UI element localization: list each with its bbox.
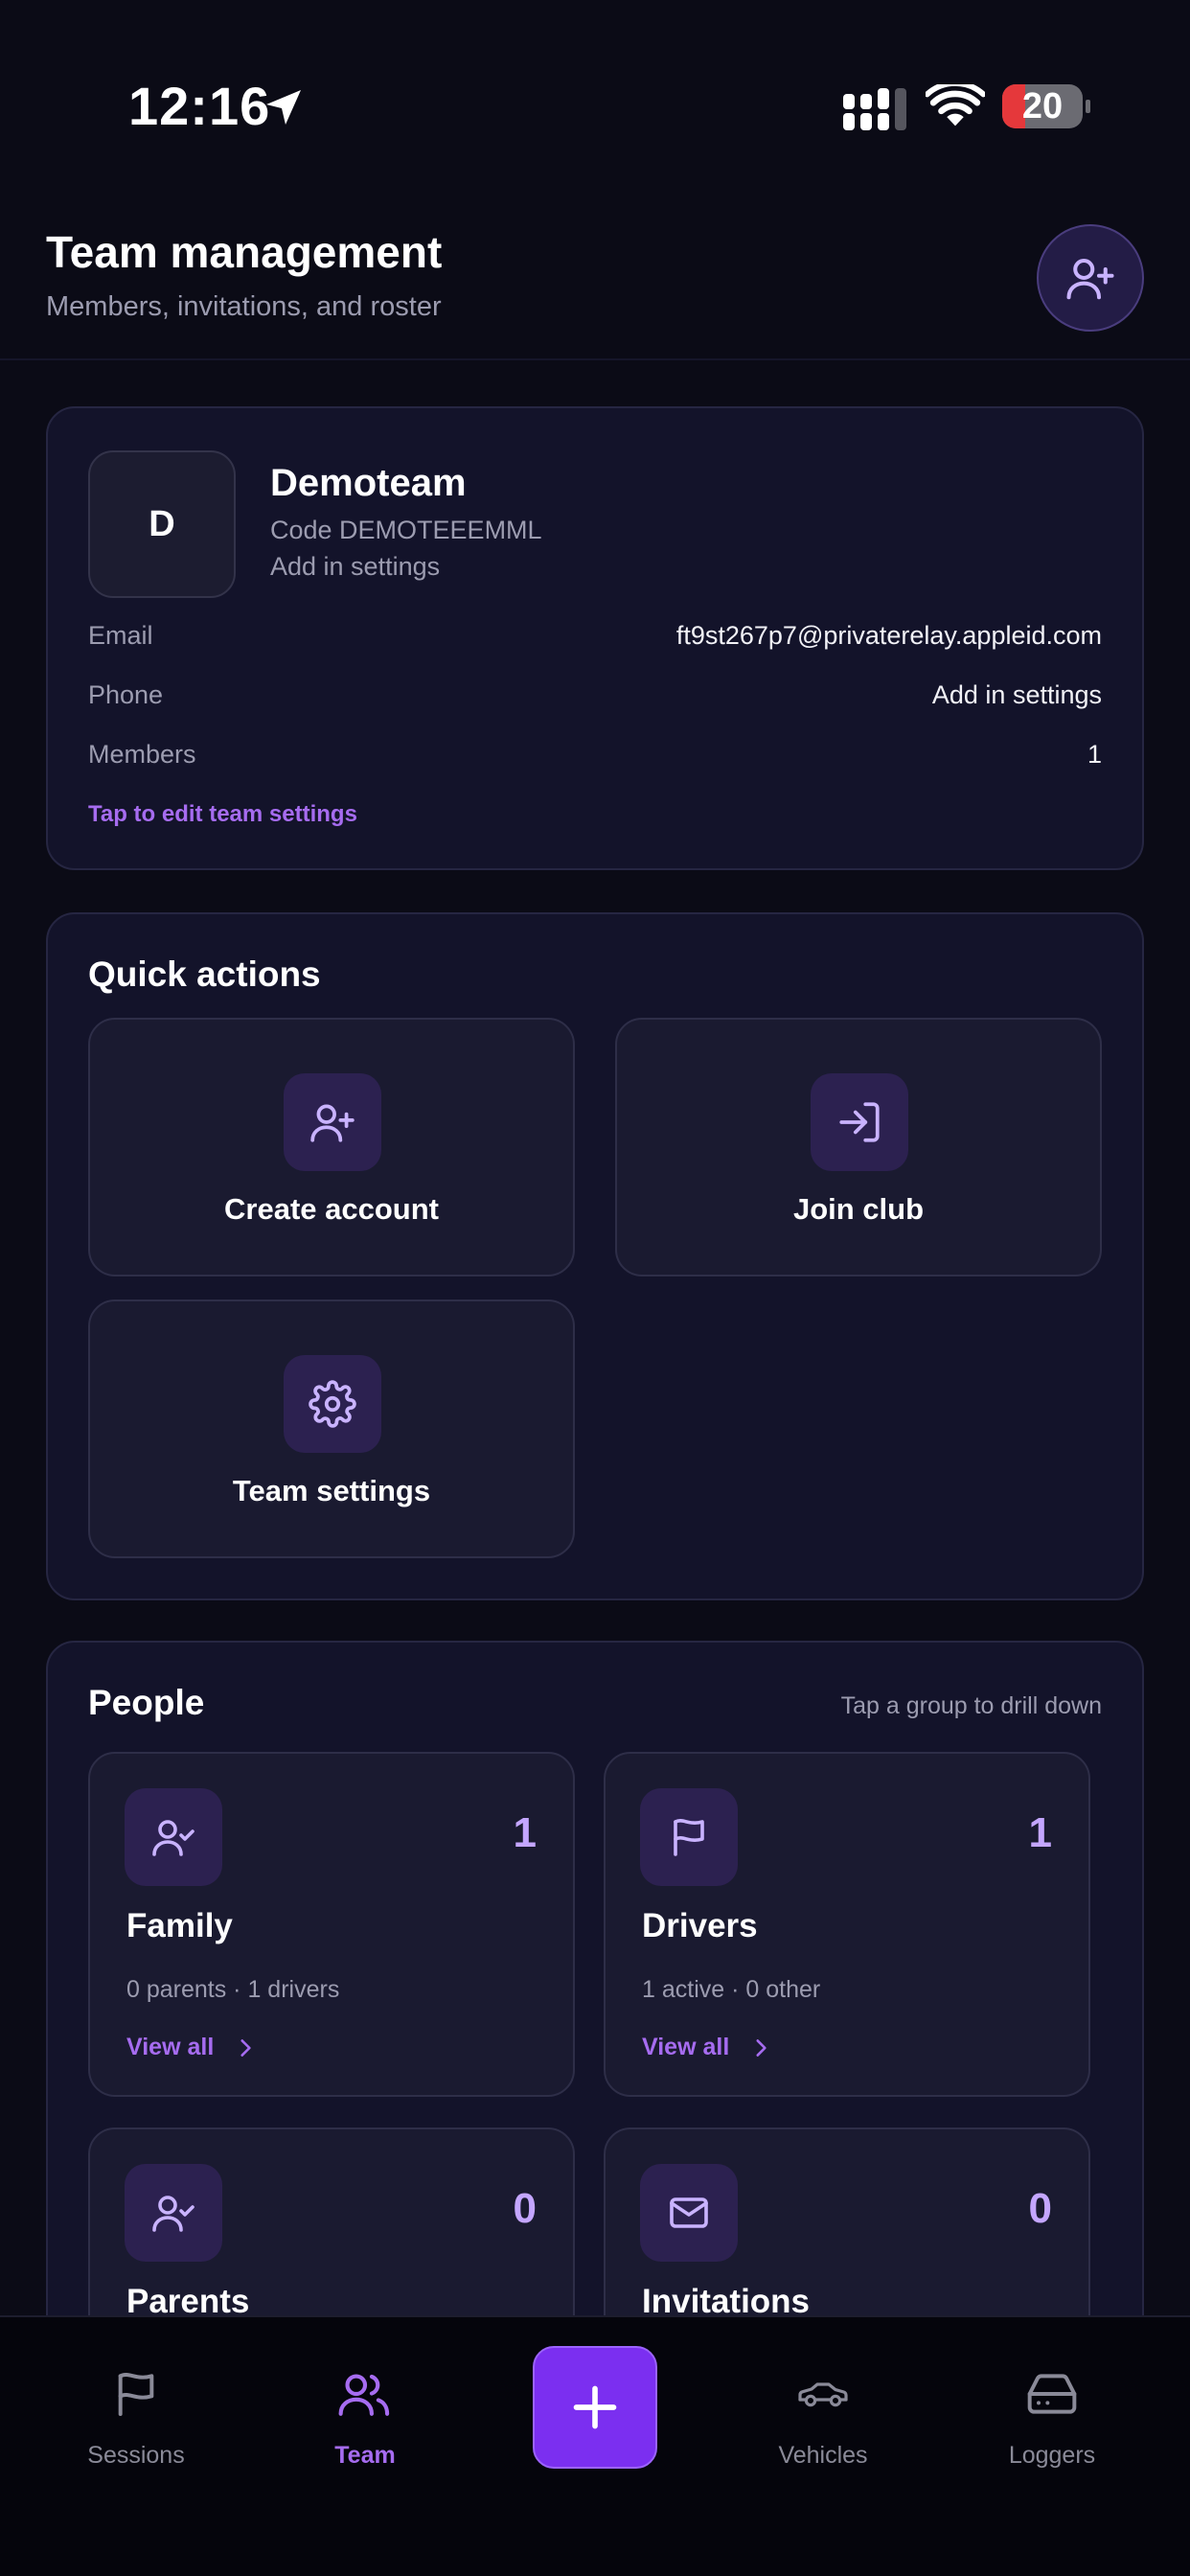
phone-row: Phone Add in settings xyxy=(88,680,1102,719)
email-row: Email ft9st267p7@privaterelay.appleid.co… xyxy=(88,621,1102,659)
group-tile-drivers[interactable]: 1 Drivers 1 active · 0 other View all xyxy=(604,1752,1090,2097)
tab-sessions-label: Sessions xyxy=(87,2442,185,2469)
drivers-meta: 1 active · 0 other xyxy=(642,1976,821,2003)
battery-level: 20 xyxy=(1021,86,1064,126)
phone-value: Add in settings xyxy=(931,680,1102,709)
hard-drive-icon xyxy=(1027,2374,1077,2414)
invitations-count: 0 xyxy=(1028,2185,1052,2232)
group-tile-family[interactable]: 1 Family 0 parents · 1 drivers View all xyxy=(88,1752,575,2097)
quick-actions-card: Quick actions Create account Join club T… xyxy=(46,912,1144,1600)
create-account-button[interactable]: Create account xyxy=(88,1018,575,1276)
page-header: Team management Members, invitations, an… xyxy=(0,192,1190,360)
join-club-button[interactable]: Join club xyxy=(615,1018,1102,1276)
parents-count: 0 xyxy=(513,2185,537,2232)
family-meta: 0 parents · 1 drivers xyxy=(126,1976,340,2003)
car-icon xyxy=(798,2382,848,2407)
status-time: 12:16 xyxy=(128,76,271,136)
bottom-tab-bar: Sessions Team Vehicles Loggers xyxy=(0,2315,1190,2576)
chevron-right-icon xyxy=(756,2038,767,2057)
tab-team[interactable]: Team xyxy=(269,2365,461,2490)
mail-icon xyxy=(670,2197,708,2228)
join-club-label: Join club xyxy=(792,1192,925,1226)
user-plus-icon xyxy=(310,1104,355,1142)
page-subtitle: Members, invitations, and roster xyxy=(46,291,442,322)
flag-icon xyxy=(674,1819,704,1856)
add-fab-button[interactable] xyxy=(533,2346,657,2469)
tab-team-label: Team xyxy=(334,2442,396,2469)
phone-label: Phone xyxy=(88,680,164,709)
members-label: Members xyxy=(88,740,196,769)
drivers-count: 1 xyxy=(1028,1809,1052,1856)
family-count: 1 xyxy=(513,1809,537,1856)
flag-icon xyxy=(118,2373,154,2416)
email-label: Email xyxy=(88,621,153,650)
team-avatar: D xyxy=(88,450,236,598)
users-icon xyxy=(338,2374,390,2416)
drivers-view-all-label: View all xyxy=(642,2034,730,2060)
user-check-icon xyxy=(152,2196,195,2232)
user-plus-icon xyxy=(1066,258,1114,300)
team-settings-button[interactable]: Team settings xyxy=(88,1300,575,1558)
tab-vehicles-label: Vehicles xyxy=(778,2442,868,2469)
members-value: 1 xyxy=(1087,740,1102,769)
team-settings-label: Team settings xyxy=(232,1474,431,1507)
people-title: People xyxy=(88,1683,205,1722)
team-name: Demoteam xyxy=(270,462,467,504)
user-check-icon xyxy=(152,1820,195,1856)
edit-team-settings-link[interactable]: Tap to edit team settings xyxy=(88,801,357,828)
status-bar: 12:16 20 xyxy=(0,0,1190,192)
add-member-button[interactable] xyxy=(1037,224,1144,332)
gear-icon xyxy=(309,1380,356,1428)
members-row: Members 1 xyxy=(88,740,1102,778)
location-arrow-icon xyxy=(266,90,301,125)
tab-vehicles[interactable]: Vehicles xyxy=(727,2365,919,2490)
tab-loggers[interactable]: Loggers xyxy=(956,2365,1148,2490)
sign-in-icon xyxy=(839,1102,880,1142)
cellular-signal-icon xyxy=(843,88,906,130)
family-name: Family xyxy=(126,1907,233,1944)
drivers-name: Drivers xyxy=(642,1907,758,1944)
create-account-label: Create account xyxy=(224,1192,439,1226)
page-title: Team management xyxy=(46,227,443,277)
family-view-all-link[interactable]: View all xyxy=(126,2034,258,2061)
team-location: Add in settings xyxy=(270,552,441,581)
tab-sessions[interactable]: Sessions xyxy=(40,2365,232,2490)
team-management-screen: 12:16 20 Team management Members, invita… xyxy=(0,0,1190,2576)
people-hint: Tap a group to drill down xyxy=(840,1692,1102,1719)
tab-loggers-label: Loggers xyxy=(1008,2442,1096,2469)
email-value: ft9st267p7@privaterelay.appleid.com xyxy=(675,621,1102,650)
drivers-view-all-link[interactable]: View all xyxy=(642,2034,773,2061)
chevron-right-icon xyxy=(240,2038,251,2057)
wifi-icon xyxy=(926,84,985,126)
family-view-all-label: View all xyxy=(126,2034,215,2060)
quick-actions-title: Quick actions xyxy=(88,954,321,994)
plus-icon xyxy=(573,2385,617,2429)
team-info-card[interactable]: D Demoteam Code DEMOTEEEMML Add in setti… xyxy=(46,406,1144,870)
battery-indicator: 20 xyxy=(1002,84,1090,128)
team-code: Code DEMOTEEEMML xyxy=(270,516,542,544)
